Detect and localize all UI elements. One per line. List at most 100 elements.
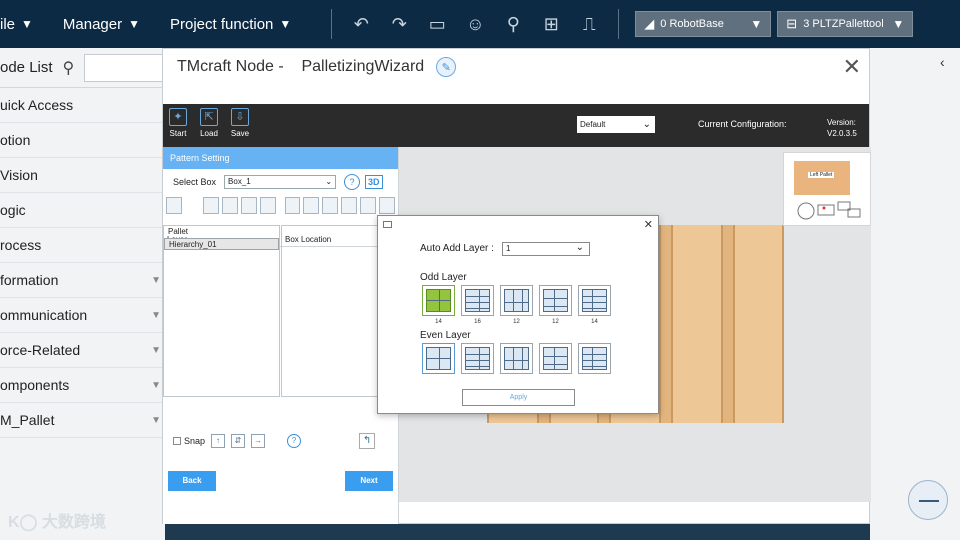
delete-icon[interactable] — [259, 196, 276, 214]
odd-layer-label: Odd Layer — [420, 272, 467, 283]
tool-dropdown[interactable]: ⊟ 3 PLTZPallettool ▼ — [777, 11, 914, 37]
menu-manager[interactable]: Manager ▼ — [63, 0, 140, 48]
menu-file[interactable]: ile ▼ — [0, 0, 33, 48]
sidebar-item-logic[interactable]: ogic — [0, 193, 165, 228]
move-icon[interactable]: ⇵ — [231, 434, 246, 448]
sidebar-item-tm-pallet[interactable]: M_Pallet ▼ — [0, 403, 165, 438]
chevron-down-icon: ▼ — [151, 379, 161, 391]
next-button[interactable]: Next — [345, 471, 393, 491]
sidebar-item-label: ommunication — [0, 307, 88, 323]
auto-add-layer-popup: ✕ Auto Add Layer : 1 ⌄ Odd Layer 14 16 12… — [377, 215, 659, 414]
even-pattern-4[interactable] — [539, 343, 572, 374]
node-search-input[interactable] — [84, 53, 165, 82]
zoom-out-button[interactable] — [908, 480, 948, 520]
sidebar-item-information[interactable]: formation ▼ — [0, 263, 165, 298]
robot-base-dropdown[interactable]: ◢ 0 RobotBase ▼ — [635, 11, 772, 37]
chevron-left-icon[interactable]: ‹ — [940, 54, 945, 70]
sidebar-item-communication[interactable]: ommunication ▼ — [0, 298, 165, 333]
start-button[interactable]: ✦ Start — [163, 108, 193, 138]
tool-icon: ⊟ — [786, 16, 798, 31]
move-up-icon[interactable]: ↑ — [211, 434, 226, 448]
sidebar-item-force-related[interactable]: orce-Related ▼ — [0, 333, 165, 368]
help-icon[interactable]: ? — [287, 434, 302, 448]
sidebar-item-label: omponents — [0, 377, 70, 393]
configuration-select[interactable]: Default ⌄ — [577, 116, 655, 133]
edit-pencil-icon[interactable]: ✎ — [436, 57, 457, 77]
chevron-down-icon: ▼ — [21, 17, 33, 31]
snap-tools-row: Snap ↑ ⇵ → ? ↰ — [173, 433, 376, 449]
sidebar-item-quick-access[interactable]: uick Access — [0, 88, 165, 123]
redo-icon[interactable]: ↷ — [380, 0, 418, 48]
auto-add-layer-select[interactable]: 1 ⌄ — [502, 242, 590, 256]
distribute-icon[interactable] — [341, 196, 358, 214]
sidebar-item-components[interactable]: omponents ▼ — [0, 368, 165, 403]
sidebar-item-motion[interactable]: otion — [0, 123, 165, 158]
even-pattern-2[interactable] — [461, 343, 494, 374]
save-button[interactable]: ⇩ Save — [225, 108, 255, 138]
select-box-value: Box_1 — [228, 177, 251, 186]
undo-icon[interactable]: ↰ — [359, 433, 376, 449]
sidebar-item-label: M_Pallet — [0, 412, 55, 428]
snap-checkbox[interactable] — [173, 437, 181, 445]
odd-pattern-3[interactable] — [500, 285, 533, 316]
help-icon[interactable]: ? — [344, 174, 361, 190]
chevron-down-icon: ▼ — [151, 414, 161, 426]
add-box-icon[interactable] — [284, 196, 301, 214]
tag-icon[interactable]: ▭ — [418, 0, 456, 48]
even-pattern-1[interactable] — [422, 343, 455, 374]
chevron-down-icon: ▼ — [151, 274, 161, 286]
remove-box-icon[interactable] — [379, 196, 395, 214]
odd-pattern-4[interactable] — [539, 285, 572, 316]
auto-add-layer-value: 1 — [506, 244, 511, 253]
odd-pattern-2[interactable] — [461, 285, 494, 316]
comment-icon[interactable]: ☺ — [456, 0, 494, 48]
back-button[interactable]: Back — [168, 471, 216, 491]
base-icon: ◢ — [644, 16, 655, 31]
dialog-header: TMcraft Node - PalletizingWizard ✎ ✕ — [163, 49, 869, 85]
load-button[interactable]: ⇱ Load — [194, 108, 224, 138]
pattern-count: 12 — [552, 319, 559, 325]
version-value: V2.0.3.5 — [827, 129, 857, 138]
apply-button[interactable]: Apply — [462, 389, 575, 406]
robot-base-label: 0 RobotBase — [660, 18, 724, 30]
layout-icon[interactable] — [360, 196, 377, 214]
thumbnail-label: Left Pallet — [808, 172, 835, 178]
chevron-down-icon: ▼ — [151, 344, 161, 356]
undo-icon[interactable]: ↶ — [342, 0, 380, 48]
paste-icon[interactable] — [221, 196, 238, 214]
odd-pattern-1[interactable] — [422, 285, 455, 316]
save-icon: ⇩ — [231, 108, 249, 126]
even-pattern-3[interactable] — [500, 343, 533, 374]
layer-tools — [163, 195, 398, 215]
move-right-icon[interactable]: → — [251, 434, 266, 448]
search-icon[interactable]: ⚲ — [63, 58, 75, 78]
io-icon[interactable]: ⎍ — [570, 0, 608, 48]
robot-icon — [797, 201, 861, 220]
close-icon[interactable]: ✕ — [843, 54, 861, 80]
add-node-icon[interactable]: ⊞ — [532, 0, 570, 48]
sidebar-item-vision[interactable]: Vision — [0, 158, 165, 193]
sidebar-item-process[interactable]: rocess — [0, 228, 165, 263]
view-3d-button[interactable]: 3D — [365, 175, 383, 189]
select-box-dropdown[interactable]: Box_1 ⌄ — [224, 175, 337, 189]
layer-item[interactable]: Hierarchy_01 — [164, 238, 279, 250]
load-label: Load — [200, 129, 218, 138]
layer-item[interactable]: Pallet — [164, 226, 279, 238]
menu-project-function[interactable]: Project function ▼ — [170, 0, 291, 48]
close-icon[interactable]: ✕ — [644, 218, 653, 231]
rotate-icon[interactable] — [322, 196, 339, 214]
even-pattern-5[interactable] — [578, 343, 611, 374]
save-label: Save — [230, 129, 250, 138]
search-icon[interactable]: ⚲ — [494, 0, 532, 48]
sidebar-item-label: Vision — [0, 167, 38, 183]
chevron-down-icon: ⌄ — [642, 119, 651, 130]
layer-tool-icon[interactable] — [166, 196, 182, 214]
auto-arrange-icon[interactable] — [240, 196, 257, 214]
watermark-logo: K◯ 大数跨境 — [8, 514, 106, 531]
odd-pattern-5[interactable] — [578, 285, 611, 316]
sidebar-item-label: otion — [0, 132, 31, 148]
align-icon[interactable] — [303, 196, 320, 214]
pattern-count: 12 — [513, 319, 520, 325]
version-info: Version: V2.0.3.5 — [827, 117, 857, 139]
copy-icon[interactable] — [202, 196, 219, 214]
